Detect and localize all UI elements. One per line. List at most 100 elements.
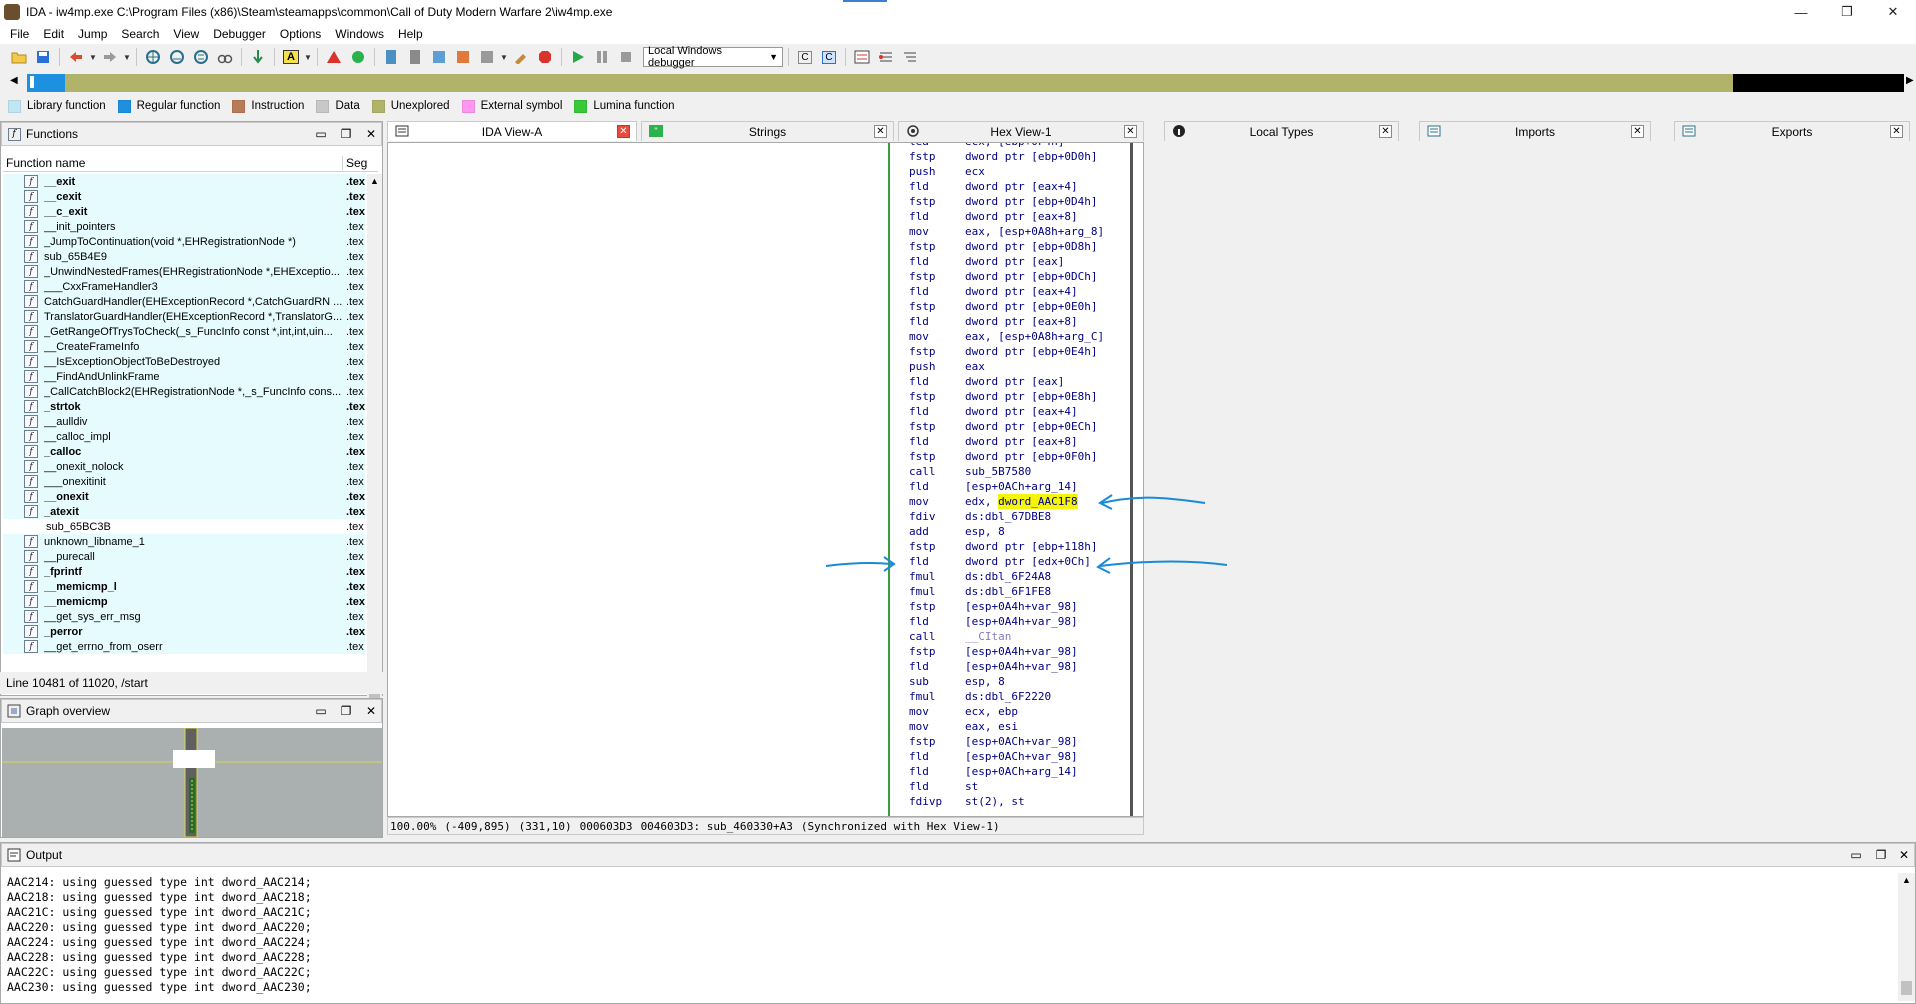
forward-dropdown-icon[interactable]: ▼ [123, 53, 131, 62]
function-row[interactable]: f __c_exit .tex [3, 204, 365, 219]
back-arrow-icon[interactable] [65, 47, 87, 67]
globe-graph-icon[interactable] [166, 47, 188, 67]
function-row[interactable]: f __purecall .tex [3, 549, 365, 564]
close-tab-icon[interactable]: ✕ [1124, 125, 1137, 138]
menu-view[interactable]: View [167, 27, 207, 41]
maximize-panel-icon[interactable]: ▭ [1847, 846, 1865, 864]
col-function-name[interactable]: Function name [3, 155, 343, 170]
float-panel-icon[interactable]: ❐ [337, 125, 355, 143]
pause-icon[interactable] [591, 47, 613, 67]
asm-line[interactable]: fld [esp+0A4h+var_98] [909, 659, 1129, 674]
hammer-icon[interactable] [510, 47, 532, 67]
function-row[interactable]: f __onexit_nolock .tex [3, 459, 365, 474]
function-row[interactable]: f __aulldiv .tex [3, 414, 365, 429]
restore-button[interactable]: ❐ [1824, 0, 1870, 24]
function-row[interactable]: f __init_pointers .tex [3, 219, 365, 234]
asm-line[interactable]: mov eax, [esp+0A8h+arg_C] [909, 329, 1129, 344]
asm-line[interactable]: fstp dword ptr [ebp+118h] [909, 539, 1129, 554]
function-row[interactable]: f __IsExceptionObjectToBeDestroyed .tex [3, 354, 365, 369]
undefine-dropdown-icon[interactable]: ▼ [500, 53, 508, 62]
nav-left-arrow-icon[interactable]: ◀ [10, 75, 18, 86]
asm-line[interactable]: fld [esp+0ACh+arg_14] [909, 764, 1129, 779]
text-dropdown-icon[interactable]: ▼ [304, 53, 312, 62]
close-tab-icon[interactable]: ✕ [1631, 125, 1644, 138]
maximize-panel-icon[interactable]: ▭ [312, 125, 330, 143]
function-row[interactable]: f __memicmp_l .tex [3, 579, 365, 594]
asm-line[interactable]: fld dword ptr [eax+8] [909, 434, 1129, 449]
breakpoints-icon[interactable] [875, 47, 897, 67]
float-panel-icon[interactable]: ❐ [337, 702, 355, 720]
asm-line[interactable]: fdiv ds:dbl_67DBE8 [909, 509, 1129, 524]
asm-line[interactable]: fstp dword ptr [ebp+0ECh] [909, 419, 1129, 434]
globe-text-icon[interactable] [190, 47, 212, 67]
step-into-icon[interactable]: C [794, 47, 816, 67]
asm-line[interactable]: mov eax, [esp+0A8h+arg_8] [909, 224, 1129, 239]
stop-icon[interactable] [615, 47, 637, 67]
asm-line[interactable]: fld [esp+0ACh+var_98] [909, 749, 1129, 764]
asm-line[interactable]: sub esp, 8 [909, 674, 1129, 689]
minimize-button[interactable]: — [1778, 0, 1824, 24]
highlighted-symbol[interactable]: dword_AAC1F8 [998, 494, 1078, 509]
close-tab-icon[interactable]: ✕ [1379, 125, 1392, 138]
asm-line[interactable]: fstp dword ptr [ebp+0F0h] [909, 449, 1129, 464]
menu-search[interactable]: Search [115, 27, 167, 41]
struct-icon[interactable] [428, 47, 450, 67]
menu-edit[interactable]: Edit [37, 27, 72, 41]
asm-line[interactable]: fld [esp+0A4h+var_98] [909, 614, 1129, 629]
scroll-up-icon[interactable]: ▲ [370, 176, 379, 186]
asm-line[interactable]: fstp [esp+0A4h+var_98] [909, 644, 1129, 659]
menu-windows[interactable]: Windows [329, 27, 392, 41]
back-dropdown-icon[interactable]: ▼ [89, 53, 97, 62]
asm-line[interactable]: fstp dword ptr [ebp+0DCh] [909, 269, 1129, 284]
array-icon[interactable] [452, 47, 474, 67]
scroll-thumb[interactable] [1901, 981, 1912, 995]
tab-local-types[interactable]: Local Types ✕ [1164, 121, 1399, 141]
stop-sign-icon[interactable] [534, 47, 556, 67]
asm-line[interactable]: leaecx, [ebp+0F4h] [909, 143, 1129, 149]
tab-hex-view-1[interactable]: Hex View-1 ✕ [898, 121, 1144, 141]
forward-arrow-icon[interactable] [99, 47, 121, 67]
function-row[interactable]: f _perror .tex [3, 624, 365, 639]
asm-line[interactable]: fstp dword ptr [ebp+0D8h] [909, 239, 1129, 254]
function-row[interactable]: f __memicmp .tex [3, 594, 365, 609]
asm-line[interactable]: mov edx, dword_AAC1F8 [909, 494, 1129, 509]
scroll-up-icon[interactable]: ▲ [1902, 875, 1911, 885]
nav-bar-black-segment[interactable] [1733, 74, 1904, 92]
asm-line[interactable]: fstp [esp+0ACh+var_98] [909, 734, 1129, 749]
asm-line[interactable]: fld dword ptr [eax] [909, 374, 1129, 389]
step-over-icon[interactable]: C [818, 47, 840, 67]
undefine-icon[interactable] [476, 47, 498, 67]
binoculars-icon[interactable] [214, 47, 236, 67]
asm-line[interactable]: fld dword ptr [eax+8] [909, 314, 1129, 329]
maximize-panel-icon[interactable]: ▭ [312, 702, 330, 720]
function-row[interactable]: f _fprintf .tex [3, 564, 365, 579]
globe-hex-icon[interactable] [142, 47, 164, 67]
asm-line[interactable]: add esp, 8 [909, 524, 1129, 539]
asm-line[interactable]: fmul ds:dbl_6F1FE8 [909, 584, 1129, 599]
close-window-button[interactable]: ✕ [1870, 0, 1916, 24]
function-row[interactable]: f _JumpToContinuation(void *,EHRegistrati… [3, 234, 365, 249]
menu-help[interactable]: Help [392, 27, 431, 41]
asm-line[interactable]: push eax [909, 359, 1129, 374]
code-icon[interactable] [380, 47, 402, 67]
function-row[interactable]: f sub_65B4E9 .tex [3, 249, 365, 264]
float-panel-icon[interactable]: ❐ [1872, 846, 1890, 864]
data-icon[interactable] [404, 47, 426, 67]
tree-view-icon[interactable] [899, 47, 921, 67]
asm-line[interactable]: fstp dword ptr [ebp+0D4h] [909, 194, 1129, 209]
menu-file[interactable]: File [4, 27, 37, 41]
asm-line[interactable]: fstp dword ptr [ebp+0E0h] [909, 299, 1129, 314]
close-tab-icon[interactable]: ✕ [617, 125, 630, 138]
function-row[interactable]: f _GetRangeOfTrysToCheck(_s_FuncInfo cons… [3, 324, 365, 339]
function-row[interactable]: f CatchGuardHandler(EHExceptionRecord *,C… [3, 294, 365, 309]
asm-line[interactable]: fld [esp+0ACh+arg_14] [909, 479, 1129, 494]
function-row[interactable]: f _atexit .tex [3, 504, 365, 519]
asm-line[interactable]: fmul ds:dbl_6F24A8 [909, 569, 1129, 584]
function-row[interactable]: f __get_errno_from_oserr .tex [3, 639, 365, 654]
segment-red-icon[interactable] [323, 47, 345, 67]
function-row[interactable]: f _CallCatchBlock2(EHRegistrationNode *,_… [3, 384, 365, 399]
function-row[interactable]: f TranslatorGuardHandler(EHExceptionRecor… [3, 309, 365, 324]
disassembly-lines[interactable]: leaecx, [ebp+0F4h]fstpdword ptr [ebp+0D0… [909, 143, 1129, 809]
green-circle-icon[interactable] [347, 47, 369, 67]
close-tab-icon[interactable]: ✕ [874, 125, 887, 138]
